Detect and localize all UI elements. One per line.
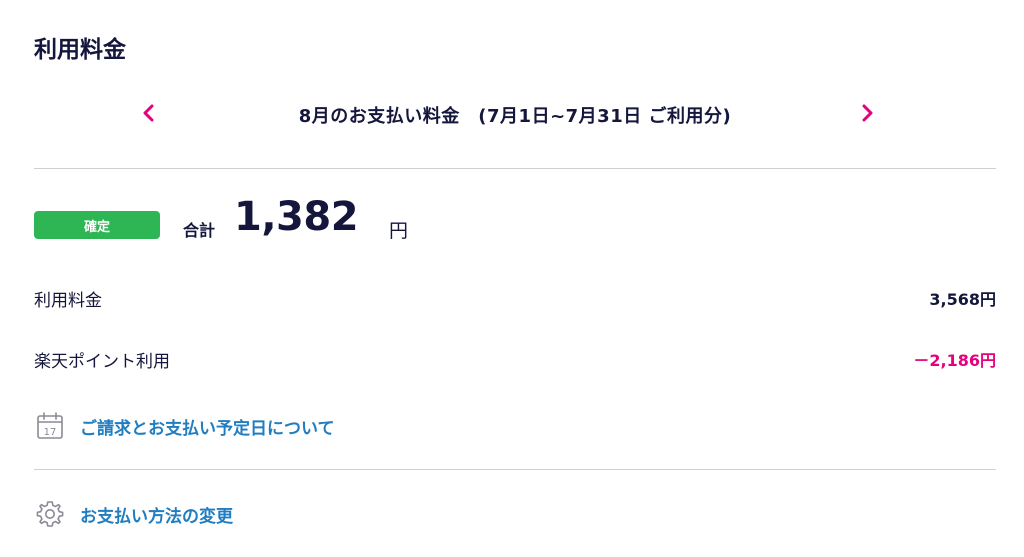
line-item-usage-fee: 利用料金 3,568円: [34, 284, 996, 312]
period-navigator: 8月のお支払い料金 (7月1日~7月31日 ご利用分): [34, 92, 996, 140]
line-item-label: 利用料金: [34, 291, 102, 311]
line-item-value: －2,186円: [913, 351, 996, 370]
status-badge: 確定: [34, 211, 160, 239]
total-label: 合計: [183, 221, 216, 240]
next-period-button[interactable]: [852, 98, 882, 128]
chevron-right-icon: [862, 104, 873, 122]
gear-icon: [34, 498, 66, 530]
svg-text:17: 17: [44, 427, 57, 438]
line-item-points: 楽天ポイント利用 －2,186円: [34, 345, 996, 373]
line-item-label: 楽天ポイント利用: [34, 352, 170, 372]
divider: [34, 469, 996, 470]
total-unit: 円: [389, 220, 409, 242]
calendar-icon: 17: [34, 410, 66, 442]
total-summary: 確定 合計 1,382 円: [34, 194, 996, 250]
billing-info-link[interactable]: 17 ご請求とお支払い予定日について: [34, 410, 634, 442]
divider: [34, 168, 996, 169]
line-item-value: 3,568円: [929, 290, 996, 309]
page-title: 利用料金: [34, 37, 126, 63]
change-payment-method-link[interactable]: お支払い方法の変更: [34, 498, 634, 530]
change-payment-method-label: お支払い方法の変更: [80, 506, 233, 527]
billing-info-link-label: ご請求とお支払い予定日について: [80, 418, 335, 439]
total-amount: 1,382: [234, 194, 359, 240]
